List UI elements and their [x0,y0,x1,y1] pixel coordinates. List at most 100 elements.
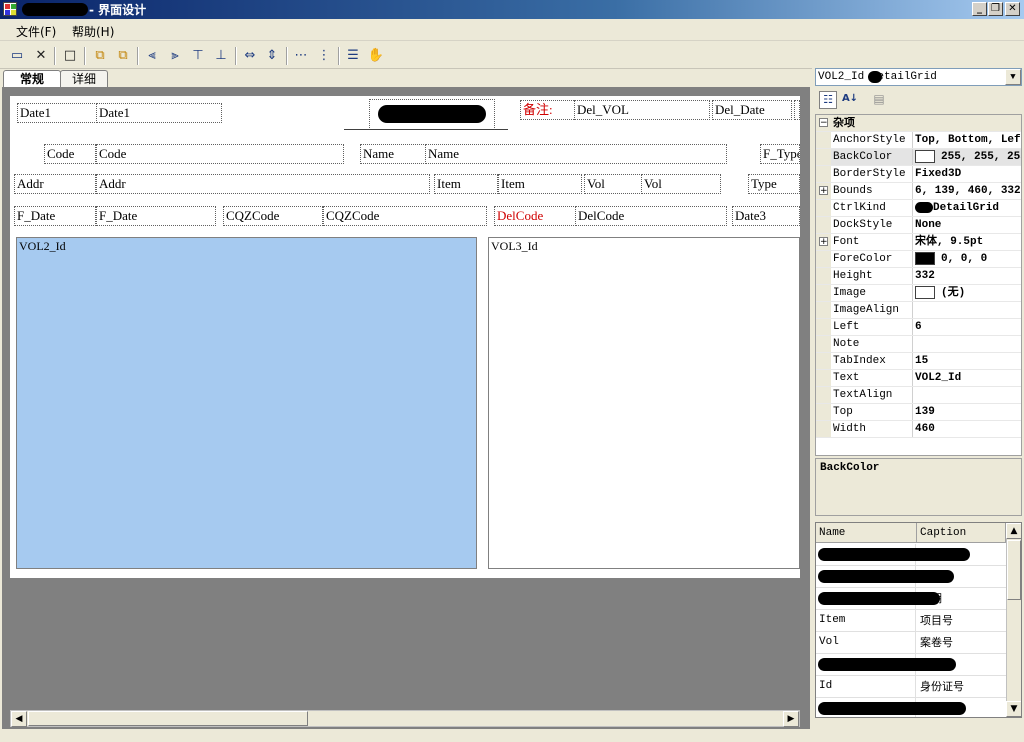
categorized-icon[interactable]: ☷ [819,91,837,109]
caption-row[interactable]: Item 项目号 [816,610,1006,632]
scroll-thumb-vertical[interactable] [1007,540,1021,600]
horizontal-scrollbar[interactable]: ◀ ▶ [10,710,800,727]
caption-row[interactable] [816,566,1006,588]
caption-row[interactable]: 日期 [816,588,1006,610]
property-value[interactable]: Top, Bottom, Left [912,132,1021,148]
addr-label[interactable]: Addr [14,174,96,194]
property-row[interactable]: ForeColor 0, 0, 0 [816,251,1021,268]
cqzcode-label[interactable]: CQZCode [223,206,323,226]
property-row[interactable]: Image (无) [816,285,1021,302]
property-row[interactable]: TextAlign [816,387,1021,404]
property-row[interactable]: CtrlKind DetailGrid [816,200,1021,217]
date3-label[interactable]: Date3 [732,206,800,226]
collapse-icon[interactable]: − [819,118,828,128]
del-date-field[interactable] [794,100,800,120]
property-row[interactable]: Note [816,336,1021,353]
date1-field[interactable]: Date1 [96,103,222,123]
fdate-label[interactable]: F_Date [14,206,96,226]
property-value[interactable]: 460 [912,421,1021,437]
property-row[interactable]: Text VOL2_Id [816,370,1021,387]
del-date-label[interactable]: Del_Date [712,100,792,120]
same-width-icon[interactable]: ⇔ [240,46,260,66]
addr-field[interactable]: Addr [96,174,430,194]
scroll-up-icon[interactable]: ▲ [1006,523,1021,539]
property-row[interactable]: Left 6 [816,319,1021,336]
cqzcode-field[interactable]: CQZCode [323,206,487,226]
minimize-button[interactable]: _ [972,2,987,16]
rectangle-icon[interactable]: □ [60,46,80,66]
property-row[interactable]: Top 139 [816,404,1021,421]
expand-icon[interactable]: + [819,186,828,196]
hand-icon[interactable]: ✋ [366,46,386,66]
align-top-icon[interactable]: ⊤ [188,46,208,66]
scroll-down-icon[interactable]: ▼ [1006,701,1021,717]
delcode-label[interactable]: DelCode [494,206,576,226]
caption-row-caption[interactable]: 身份证号 [917,676,1009,697]
property-value[interactable]: 332 [912,268,1021,284]
caption-row-name[interactable]: Id [816,676,916,697]
property-value[interactable]: 6, 139, 460, 332 [912,183,1021,199]
menu-help[interactable]: 帮助(H) [72,23,114,40]
tab-order-icon[interactable]: ☰ [343,46,363,66]
property-value[interactable]: Fixed3D [912,166,1021,182]
property-row[interactable]: Height 332 [816,268,1021,285]
fdate-field[interactable]: F_Date [96,206,216,226]
same-height-icon[interactable]: ⇕ [262,46,282,66]
menu-file[interactable]: 文件(F) [16,23,56,40]
vol3-detail-grid[interactable]: VOL3_Id [488,237,800,569]
close-button[interactable]: ✕ [1005,2,1020,16]
property-value[interactable]: DetailGrid [912,200,1021,216]
scroll-left-icon[interactable]: ◀ [11,711,27,727]
v-spacing-icon[interactable]: ⋮ [314,46,334,66]
property-row[interactable]: + Font 宋体, 9.5pt [816,234,1021,251]
property-value[interactable]: 6 [912,319,1021,335]
property-row[interactable]: AnchorStyle Top, Bottom, Left [816,132,1021,149]
property-pages-icon[interactable]: ▤ [870,91,888,109]
object-selector[interactable]: VOL2_Id DetailGrid ▼ [815,68,1022,86]
vol-label[interactable]: Vol [584,174,642,194]
name-field[interactable]: Name [425,144,727,164]
date1-label[interactable]: Date1 [17,103,97,123]
caption-row-caption[interactable]: 案卷号 [917,632,1009,653]
property-value[interactable]: VOL2_Id [912,370,1021,386]
alphabetical-icon[interactable]: A↓ [841,91,859,109]
code-label[interactable]: Code [44,144,96,164]
property-row[interactable]: ImageAlign [816,302,1021,319]
name-label[interactable]: Name [360,144,426,164]
property-value[interactable]: 宋体, 9.5pt [912,234,1021,250]
caption-row-name[interactable]: Item [816,610,916,631]
caption-row[interactable] [816,544,1006,566]
property-row[interactable]: Width 460 [816,421,1021,438]
property-row[interactable]: BorderStyle Fixed3D [816,166,1021,183]
item-label[interactable]: Item [434,174,498,194]
property-row[interactable]: + Bounds 6, 139, 460, 332 [816,183,1021,200]
align-bottom-icon[interactable]: ⊥ [211,46,231,66]
tab-general[interactable]: 常规 [3,70,61,88]
expand-icon[interactable]: + [819,237,828,247]
vol2-detail-grid[interactable]: VOL2_Id [16,237,477,569]
property-value[interactable]: 255, 255, 255 [912,149,1021,165]
property-value[interactable] [912,387,1021,403]
item-field[interactable]: Item [498,174,582,194]
vertical-scrollbar[interactable]: ▲ ▼ [1006,523,1021,717]
property-value[interactable]: 15 [912,353,1021,369]
del-vol-field[interactable]: Del_VOL [574,100,710,120]
caption-row[interactable] [816,654,1006,676]
caption-row[interactable] [816,698,1006,717]
column-header-name[interactable]: Name [816,523,917,543]
vol-field[interactable]: Vol [641,174,721,194]
property-value[interactable]: (无) [912,285,1021,301]
h-spacing-icon[interactable]: ⋯ [291,46,311,66]
caption-row-caption[interactable]: 项目号 [917,610,1009,631]
property-row[interactable]: TabIndex 15 [816,353,1021,370]
property-row[interactable]: BackColor 255, 255, 255 [816,149,1021,166]
align-left-icon[interactable]: ⫷ [142,46,162,66]
chevron-down-icon[interactable]: ▼ [1005,69,1021,85]
scroll-thumb[interactable] [28,711,308,726]
caption-row[interactable]: Id 身份证号 [816,676,1006,698]
caption-row-name[interactable]: Vol [816,632,916,653]
title-label[interactable] [369,99,495,128]
category-row[interactable]: − 杂项 [816,115,1021,132]
property-value[interactable]: 139 [912,404,1021,420]
property-value[interactable] [912,336,1021,352]
